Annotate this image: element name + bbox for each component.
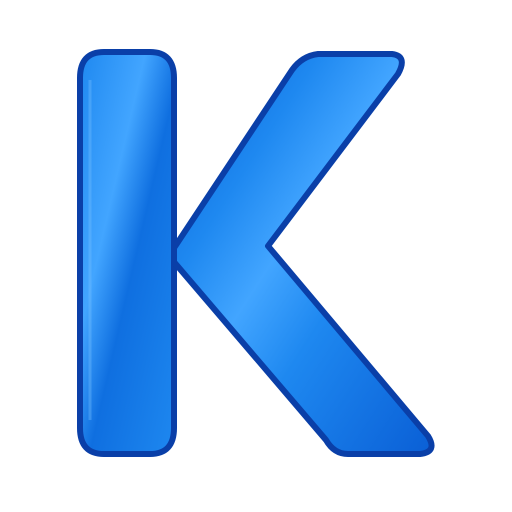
k-arms [171,51,435,457]
k-stem [77,49,177,457]
letter-k-icon [77,49,435,457]
icon-canvas [0,0,512,512]
